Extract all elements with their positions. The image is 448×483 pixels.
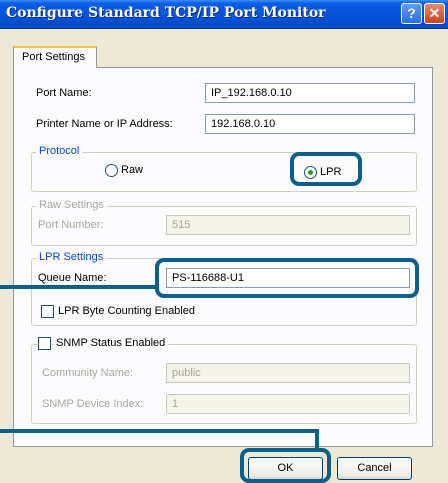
port-number-field: 515 [166, 215, 410, 235]
raw-radio[interactable] [105, 164, 118, 177]
port-name-field[interactable]: IP_192.168.0.10 [205, 83, 415, 103]
queue-name-highlight-ring [155, 258, 419, 298]
raw-radio-label[interactable]: Raw [121, 164, 143, 176]
lpr-byte-counting-label[interactable]: LPR Byte Counting Enabled [58, 305, 195, 317]
help-icon[interactable]: ? [401, 3, 422, 24]
printer-address-field[interactable]: 192.168.0.10 [205, 114, 415, 134]
protocol-group-title: Protocol [36, 145, 83, 157]
ok-callout-line-horizontal [0, 429, 319, 433]
tcpip-port-monitor-dialog: Configure Standard TCP/IP Port Monitor ?… [0, 0, 448, 483]
lpr-byte-counting-checkbox[interactable] [41, 305, 54, 318]
ok-highlight-ring [240, 448, 331, 483]
window-title: Configure Standard TCP/IP Port Monitor [6, 5, 326, 21]
printer-address-label: Printer Name or IP Address: [36, 118, 173, 130]
queue-callout-line [0, 285, 158, 289]
ok-callout-line-vertical [315, 429, 319, 451]
title-bar[interactable]: Configure Standard TCP/IP Port Monitor ?… [0, 0, 448, 29]
lpr-highlight-ring [290, 152, 362, 186]
port-name-label: Port Name: [36, 87, 92, 99]
community-name-field: public [166, 363, 410, 383]
tab-port-settings[interactable]: Port Settings [13, 46, 97, 68]
community-name-label: Community Name: [42, 367, 134, 379]
raw-settings-title: Raw Settings [36, 199, 107, 211]
snmp-device-index-label: SNMP Device Index: [42, 398, 144, 410]
snmp-enabled-label[interactable]: SNMP Status Enabled [53, 337, 169, 349]
tab-port-settings-label: Port Settings [22, 51, 85, 63]
close-icon[interactable]: ✕ [424, 3, 445, 24]
queue-name-label: Queue Name: [38, 272, 107, 284]
cancel-button[interactable]: Cancel [337, 457, 412, 480]
lpr-settings-title: LPR Settings [36, 251, 107, 263]
snmp-device-index-field: 1 [166, 394, 410, 414]
port-number-label: Port Number: [38, 219, 104, 231]
snmp-enabled-checkbox[interactable] [38, 337, 51, 350]
